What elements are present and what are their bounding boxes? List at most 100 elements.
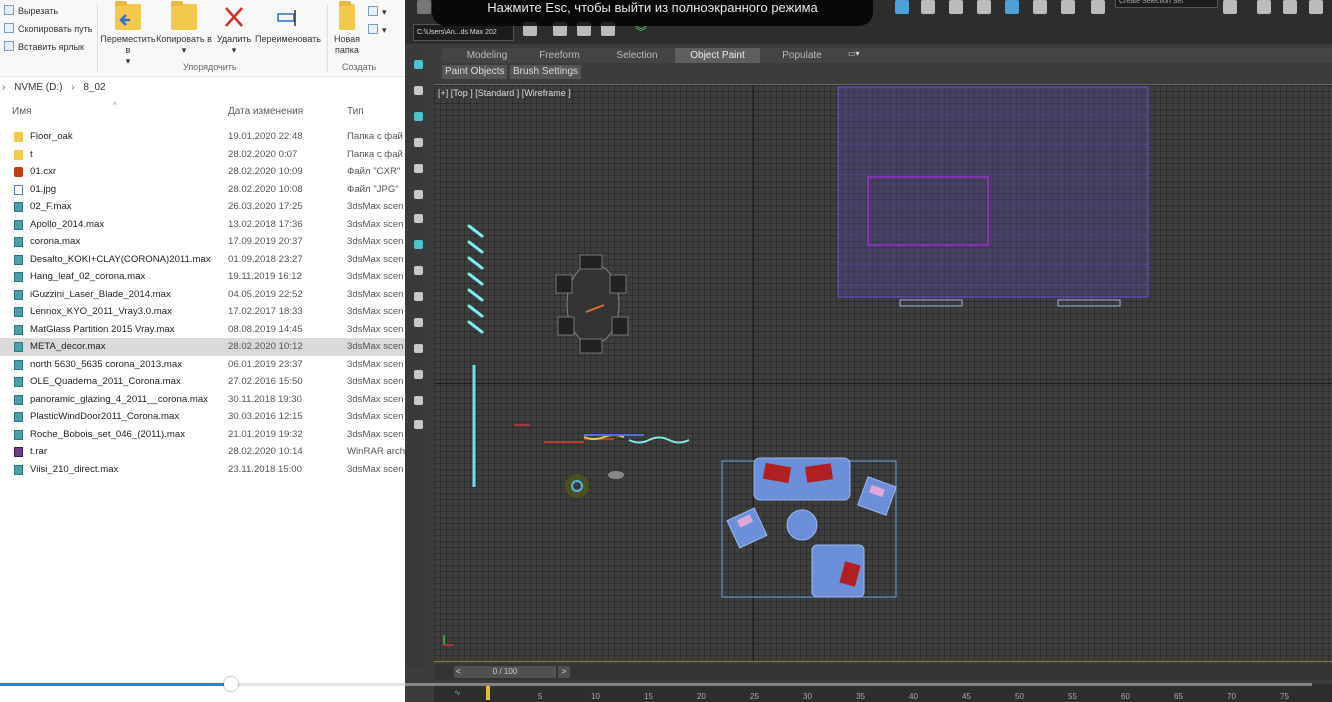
breadcrumb-separator: › (71, 82, 75, 93)
move-to-button[interactable]: Переместить в ▾ (100, 1, 156, 67)
file-row[interactable]: PlasticWindDoor2011_Corona.max 30.03.2016… (0, 408, 405, 426)
modify-panel-icon[interactable] (414, 138, 423, 147)
file-row[interactable]: corona.max 17.09.2019 20:37 3dsMax scen (0, 233, 405, 251)
timeline-next-button[interactable]: > (558, 666, 570, 678)
angle-snap-icon[interactable] (1005, 0, 1019, 14)
ruler-tick: 10 (591, 692, 600, 701)
ribbon-tab[interactable]: Object Paint (675, 48, 760, 63)
select-move-icon[interactable] (895, 0, 909, 14)
file-type: 3dsMax scen (347, 201, 404, 212)
file-row[interactable]: Hang_leaf_02_corona.max 19.11.2019 16:12 3… (0, 268, 405, 286)
fullscreen-exit-banner: Нажмите Esc, чтобы выйти из полноэкранно… (432, 0, 873, 26)
group-label-organize: Упорядочить (183, 62, 237, 72)
file-name: META_decor.max (30, 341, 106, 352)
render-frame-icon[interactable] (414, 370, 423, 379)
breadcrumb-folder[interactable]: 8_02 (83, 82, 105, 93)
subtab[interactable]: Paint Objects (442, 65, 508, 79)
file-type: 3dsMax scen (347, 236, 404, 247)
address-bar[interactable]: › NVME (D:) › 8_02 (0, 78, 405, 98)
ribbon-tab[interactable]: Freeform (522, 48, 597, 63)
file-row[interactable]: Lennox_KYO_2011_Vray3.0.max 17.02.2017 18… (0, 303, 405, 321)
frame-counter[interactable]: < 0 / 100 (454, 666, 556, 678)
new-item-button[interactable]: ▾ (368, 4, 387, 20)
timeline-prev-button[interactable]: < (456, 666, 461, 678)
delete-button[interactable]: Удалить ▾ (214, 4, 254, 56)
file-row[interactable]: OLE_Quaderna_2011_Corona.max 27.02.2016 1… (0, 373, 405, 391)
paste-shortcut-button[interactable]: Вставить ярлык (4, 39, 84, 55)
time-slider[interactable]: < 0 / 100 > (434, 664, 1332, 680)
file-row[interactable]: iGuzzini_Laser_Blade_2014.max 04.05.2019 … (0, 286, 405, 304)
ribbon-options-icon[interactable]: ▭▾ (848, 49, 868, 61)
column-name[interactable]: Имя (12, 102, 31, 122)
3dsmax-window: C:\Users\An...ds Max 202 ︾ Create Select… (405, 0, 1332, 702)
file-row[interactable]: panoramic_glazing_4_2011__corona.max 30.1… (0, 391, 405, 409)
video-progress-thumb[interactable] (223, 677, 238, 691)
mirror-icon[interactable] (1223, 0, 1237, 14)
rename-button[interactable]: Переименовать (252, 4, 324, 45)
column-type[interactable]: Тип (347, 102, 364, 122)
file-row[interactable]: t.rar 28.02.2020 10:14 WinRAR arch (0, 443, 405, 461)
settings-icon[interactable] (414, 318, 423, 327)
file-row[interactable]: Roche_Bobois_set_046_(2011).max 21.01.201… (0, 426, 405, 444)
edit-named-sets-icon[interactable] (1091, 0, 1105, 14)
hierarchy-icon[interactable] (414, 164, 423, 173)
undo-icon[interactable] (417, 0, 431, 14)
eye-icon[interactable] (414, 396, 423, 405)
file-row[interactable]: Viisi_210_direct.max 23.11.2018 15:00 3dsM… (0, 461, 405, 479)
select-scale-icon[interactable] (949, 0, 963, 14)
breadcrumb-drive[interactable]: NVME (D:) (14, 82, 62, 93)
ribbon-tab[interactable]: Selection (597, 48, 677, 63)
easy-access-button[interactable]: ▾ (368, 22, 387, 38)
copy-to-button[interactable]: Копировать в ▾ (156, 1, 212, 56)
subtab[interactable]: Brush Settings (510, 65, 582, 79)
file-row[interactable]: MatGlass Partition 2015 Vray.max 08.08.20… (0, 321, 405, 339)
file-row[interactable]: t 28.02.2020 0:07 Папка с фай (0, 146, 405, 164)
ruler-tick: 5 (538, 692, 543, 701)
selection-set-dropdown[interactable]: Create Selection Set (1115, 0, 1218, 8)
brush-icon[interactable] (414, 112, 423, 121)
new-folder-button[interactable]: Новая папка (330, 1, 364, 56)
max-file-icon (14, 464, 23, 475)
file-row[interactable]: META_decor.max 28.02.2020 10:12 3dsMax sce… (0, 338, 405, 356)
utilities-icon[interactable] (414, 240, 423, 249)
max-file-icon (14, 342, 23, 352)
select-rotate-icon[interactable] (921, 0, 935, 14)
file-type: 3dsMax scen (347, 306, 404, 317)
grid-snap-icon[interactable] (414, 266, 423, 275)
scene-explorer-icon[interactable] (1309, 0, 1323, 14)
render-setup-icon[interactable] (414, 344, 423, 353)
video-progress-bar[interactable] (0, 677, 1332, 691)
ribbon-tab[interactable]: Populate (762, 48, 842, 63)
jpg-file-icon (14, 184, 23, 195)
scene-objects[interactable] (434, 85, 1332, 661)
ruler-tick: 15 (644, 692, 653, 701)
motion-icon[interactable] (414, 190, 423, 199)
viewport-layout-icon[interactable] (414, 292, 423, 301)
file-row[interactable]: Floor_oak 19.01.2020 22:48 Папка с фай (0, 128, 405, 146)
layer-explorer-icon[interactable] (1283, 0, 1297, 14)
snap-toggle-icon[interactable] (977, 0, 991, 14)
file-row[interactable]: Desalto_KOKI+CLAY(CORONA)2011.max 01.09.2… (0, 251, 405, 269)
spinner-snap-icon[interactable] (1061, 0, 1075, 14)
top-viewport[interactable]: [+] [Top ] [Standard ] [Wireframe ] (434, 84, 1332, 662)
project-path-field[interactable]: C:\Users\An...ds Max 202 (413, 24, 514, 41)
ribbon-tab[interactable]: Modeling (447, 48, 527, 63)
column-date[interactable]: Дата изменения (228, 102, 303, 122)
file-row[interactable]: Apollo_2014.max 13.02.2018 17:36 3dsMax sc… (0, 216, 405, 234)
display-icon[interactable] (414, 214, 423, 223)
lightbulb-icon[interactable] (414, 420, 423, 429)
file-row[interactable]: 02_F.max 26.03.2020 17:25 3dsMax scen (0, 198, 405, 216)
ruler-tick: 75 (1280, 692, 1289, 701)
file-row[interactable]: 01.jpg 28.02.2020 10:08 Файл "JPG" (0, 181, 405, 199)
red-curtain (544, 438, 614, 443)
file-type: 3dsMax scen (347, 323, 404, 335)
align-icon[interactable] (1257, 0, 1271, 14)
copy-path-button[interactable]: Скопировать путь (4, 21, 92, 37)
new-item-icon (368, 6, 378, 16)
cut-button[interactable]: Вырезать (4, 3, 58, 19)
create-panel-icon[interactable] (414, 60, 423, 69)
file-row[interactable]: north 5630_5635 corona_2013.max 06.01.201… (0, 356, 405, 374)
light-icon[interactable] (414, 86, 423, 95)
percent-snap-icon[interactable] (1033, 0, 1047, 14)
file-row[interactable]: 01.cxr 28.02.2020 10:09 Файл "CXR" (0, 163, 405, 181)
